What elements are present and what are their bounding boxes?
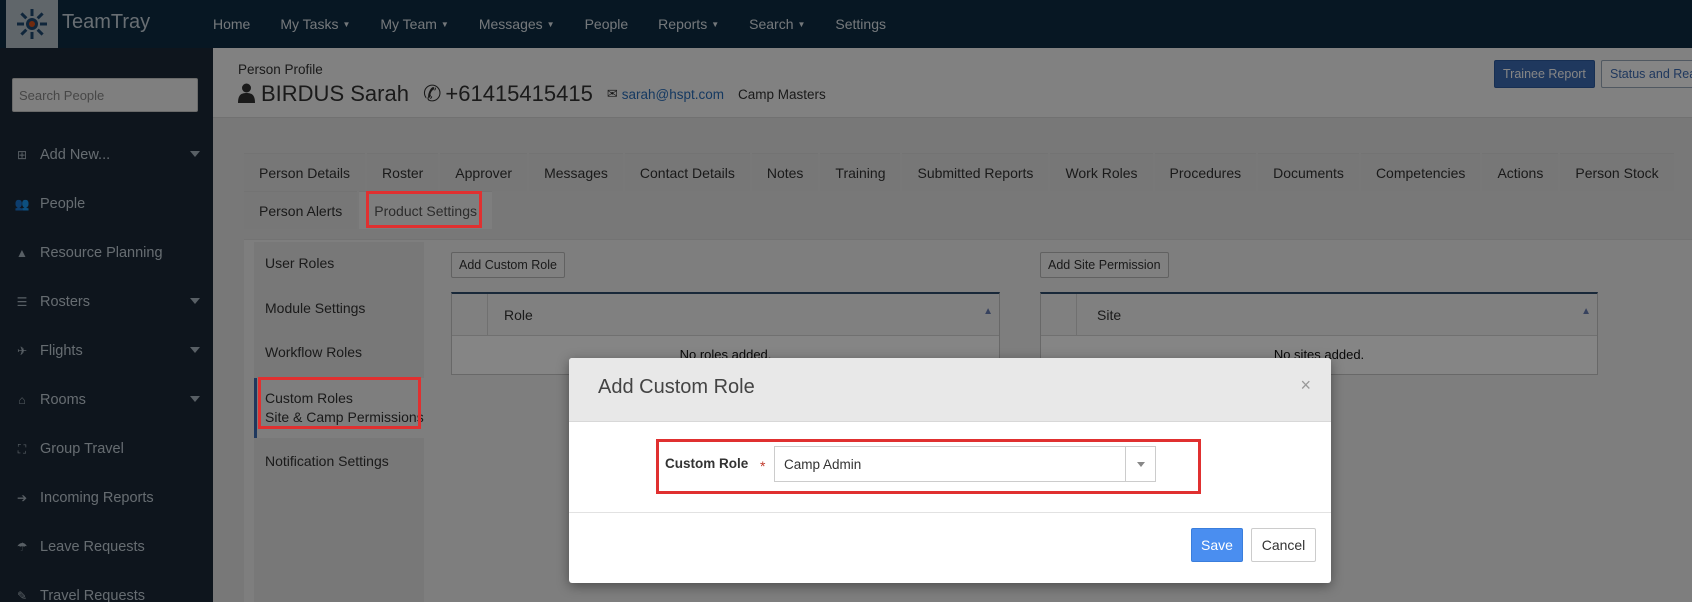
- close-icon[interactable]: ×: [1300, 375, 1311, 396]
- custom-role-select[interactable]: Camp Admin: [774, 446, 1156, 482]
- required-marker: *: [760, 458, 766, 474]
- custom-role-label: Custom Role: [665, 456, 749, 471]
- custom-role-selected-value: Camp Admin: [784, 457, 862, 472]
- cancel-button[interactable]: Cancel: [1251, 528, 1316, 562]
- chevron-down-icon[interactable]: [1125, 447, 1155, 481]
- dialog-body: Custom Role * Camp Admin: [569, 422, 1331, 512]
- dialog-footer: Save Cancel: [569, 512, 1331, 583]
- dialog-header: Add Custom Role ×: [569, 358, 1331, 422]
- add-custom-role-dialog: Add Custom Role × Custom Role * Camp Adm…: [569, 358, 1331, 583]
- dialog-title: Add Custom Role: [598, 376, 755, 398]
- save-button[interactable]: Save: [1191, 528, 1243, 562]
